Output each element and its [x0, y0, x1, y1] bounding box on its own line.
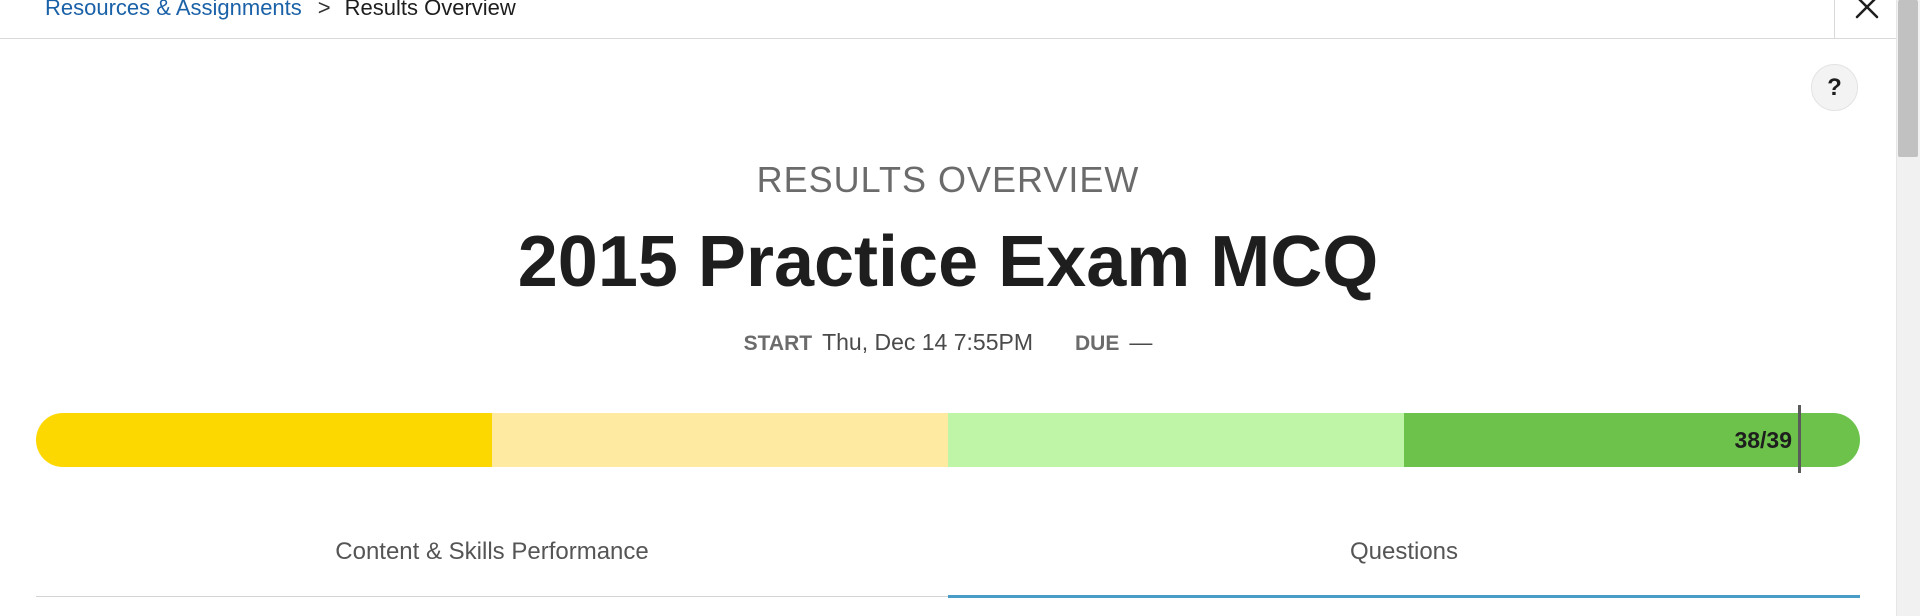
tab-questions[interactable]: Questions [948, 524, 1860, 598]
top-bar: Resources & Assignments > Results Overvi… [0, 0, 1896, 39]
chevron-right-icon: > [317, 0, 331, 20]
close-icon[interactable] [1852, 0, 1882, 22]
score-band-3 [948, 413, 1404, 467]
results-overview-label: RESULTS OVERVIEW [756, 159, 1140, 200]
score-marker [1798, 405, 1801, 473]
page-title: 2015 Practice Exam MCQ [517, 222, 1379, 302]
breadcrumb: Resources & Assignments > Results Overvi… [45, 0, 516, 22]
breadcrumb-current: Results Overview [344, 0, 516, 20]
score-band-2 [492, 413, 948, 467]
tab-content-skills[interactable]: Content & Skills Performance [36, 524, 948, 596]
assignment-dates: START Thu, Dec 14 7:55PM DUE — [0, 326, 1896, 360]
score-band-1 [36, 413, 492, 467]
breadcrumb-link-resources[interactable]: Resources & Assignments [45, 0, 302, 22]
due-value: — [1129, 329, 1153, 355]
help-button[interactable]: ? [1811, 64, 1858, 111]
results-tabs: Content & Skills Performance Questions [36, 524, 1860, 598]
score-progress-bar [36, 413, 1860, 467]
start-key: START [743, 332, 813, 355]
start-value: Thu, Dec 14 7:55PM [822, 329, 1034, 355]
score-label: 38/39 [1734, 427, 1792, 453]
scrollbar-thumb[interactable] [1898, 0, 1918, 157]
due-key: DUE [1075, 332, 1120, 355]
